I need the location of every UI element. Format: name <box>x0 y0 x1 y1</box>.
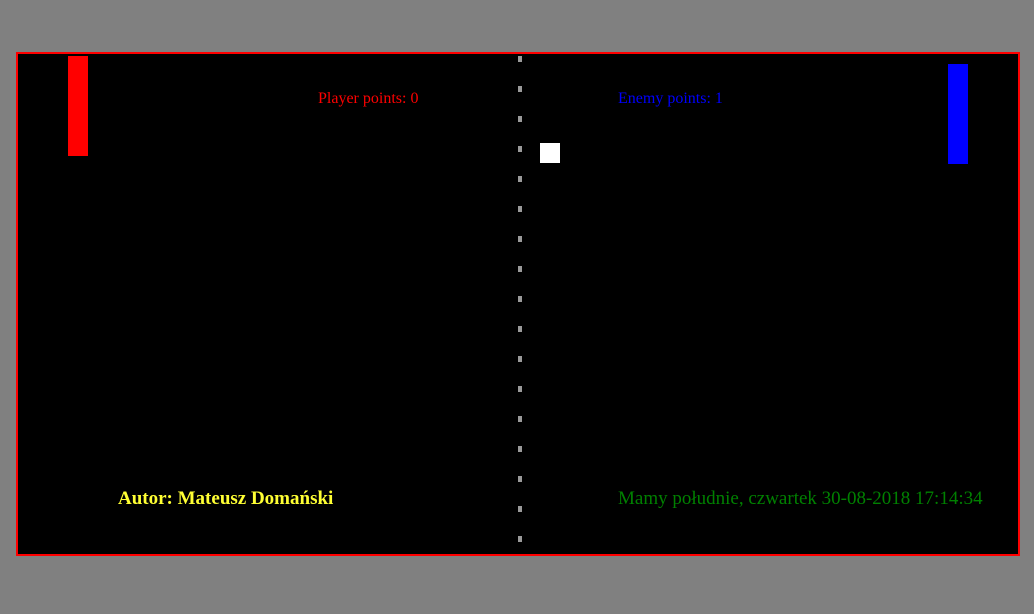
center-line-dash <box>518 326 522 332</box>
center-line-dash <box>518 146 522 152</box>
enemy-score-label: Enemy points: 1 <box>618 90 723 107</box>
center-line-dash <box>518 506 522 512</box>
center-line-dash <box>518 116 522 122</box>
center-line-dash <box>518 206 522 212</box>
center-line-dash <box>518 386 522 392</box>
enemy-paddle <box>948 64 968 164</box>
author-label: Autor: Mateusz Domański <box>118 488 334 509</box>
center-line-dash <box>518 536 522 542</box>
center-line-dash <box>518 416 522 422</box>
center-line-dash <box>518 56 522 62</box>
player-paddle[interactable] <box>68 56 88 156</box>
center-line-dash <box>518 446 522 452</box>
center-line-dash <box>518 236 522 242</box>
player-score-label: Player points: 0 <box>318 90 419 107</box>
center-line-dash <box>518 356 522 362</box>
center-line-dash <box>518 476 522 482</box>
center-line-dash <box>518 176 522 182</box>
center-line-dash <box>518 266 522 272</box>
datetime-label: Mamy południe, czwartek 30-08-2018 17:14… <box>618 488 983 509</box>
center-line-dash <box>518 296 522 302</box>
game-board[interactable]: Player points: 0 Enemy points: 1 Autor: … <box>16 52 1020 556</box>
center-line-dash <box>518 86 522 92</box>
ball <box>540 143 560 163</box>
